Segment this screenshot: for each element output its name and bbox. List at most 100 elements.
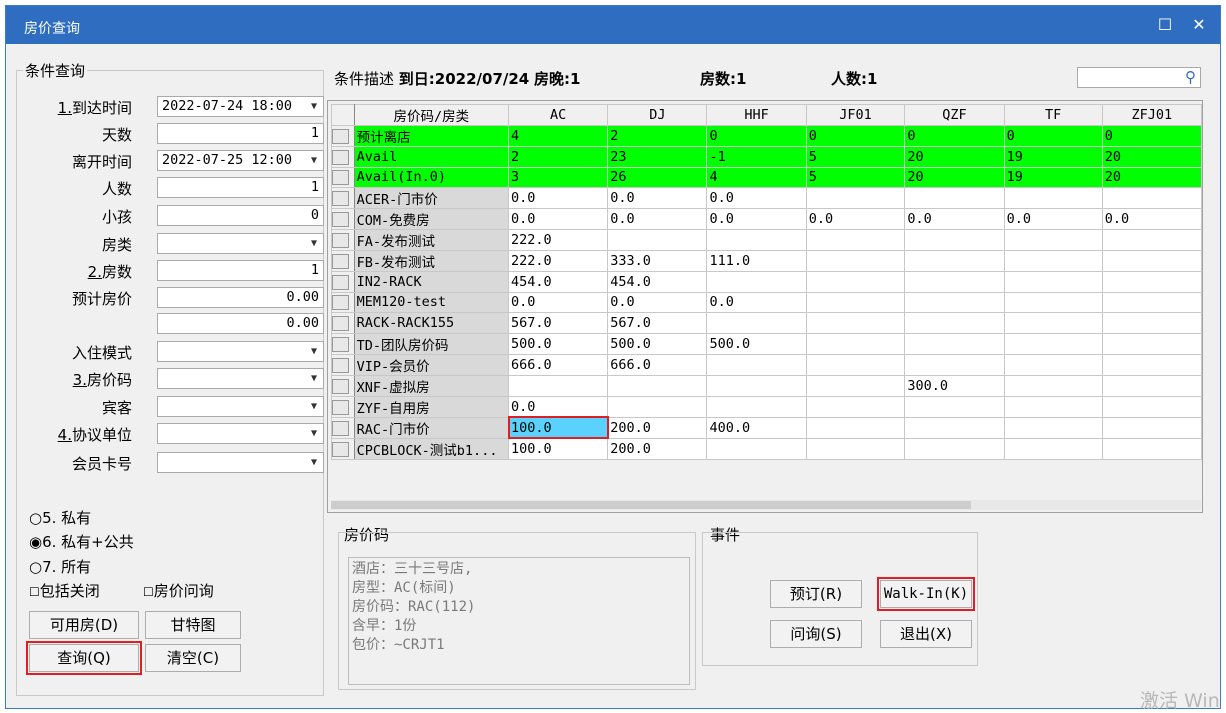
rate-cell[interactable]: 400.0: [706, 416, 807, 439]
clear-button[interactable]: 清空(C): [145, 644, 241, 672]
row-ratecode-name[interactable]: IN2-RACK: [353, 271, 510, 293]
rate-cell[interactable]: [805, 395, 906, 418]
rate-cell[interactable]: [706, 395, 807, 418]
checkbox-rate-inquiry[interactable]: ☐房价问询: [143, 580, 214, 601]
rate-cell[interactable]: [1101, 416, 1202, 439]
rate-cell[interactable]: [1003, 416, 1103, 439]
rate-cell[interactable]: 0.0: [1003, 208, 1103, 230]
maximize-icon[interactable]: ☐: [1154, 14, 1176, 36]
row-ratecode-name[interactable]: FB-发布测试: [353, 250, 510, 272]
rate-cell[interactable]: [904, 291, 1005, 313]
rate-cell[interactable]: [1003, 395, 1103, 418]
est-price-input-2[interactable]: 0.00: [157, 313, 324, 334]
rate-cell[interactable]: 0.0: [904, 208, 1005, 230]
table-row[interactable]: 预计离店 4 2 0 0 0 0 0: [331, 125, 1202, 147]
row-selector[interactable]: [331, 353, 355, 376]
rate-cell[interactable]: 0.0: [607, 187, 708, 209]
row-selector[interactable]: [331, 271, 355, 293]
member-card-select[interactable]: ▼: [157, 452, 324, 473]
rate-cell[interactable]: [706, 271, 807, 293]
column-header[interactable]: AC: [508, 104, 609, 126]
rate-cell[interactable]: 19: [1003, 146, 1103, 168]
ratecode-select[interactable]: ▼: [157, 368, 324, 389]
est-price-input[interactable]: 0.00: [157, 287, 324, 308]
kids-input[interactable]: 0: [157, 205, 324, 226]
rate-cell[interactable]: [508, 374, 609, 397]
rate-cell[interactable]: [805, 250, 906, 272]
horizontal-scrollbar[interactable]: [331, 500, 1201, 510]
row-selector[interactable]: [331, 187, 355, 209]
row-selector[interactable]: [331, 250, 355, 272]
column-header[interactable]: HHF: [706, 104, 807, 126]
row-ratecode-name[interactable]: FA-发布测试: [353, 229, 510, 251]
checkin-mode-select[interactable]: ▼: [157, 341, 324, 362]
row-selector[interactable]: [331, 312, 355, 334]
rate-cell[interactable]: [805, 229, 906, 251]
row-ratecode-name[interactable]: VIP-会员价: [353, 353, 510, 376]
rate-cell[interactable]: [904, 437, 1005, 460]
rate-cell[interactable]: [1003, 291, 1103, 313]
rate-cell[interactable]: [904, 271, 1005, 293]
rate-cell[interactable]: [1101, 312, 1202, 334]
rate-cell[interactable]: [1101, 271, 1202, 293]
arrive-datetime-select[interactable]: 2022-07-24 18:00 ▼: [157, 96, 324, 117]
rate-cell[interactable]: 0.0: [706, 208, 807, 230]
query-button[interactable]: 查询(Q): [26, 641, 142, 675]
row-selector[interactable]: [331, 374, 355, 397]
rate-cell[interactable]: 0.0: [508, 291, 609, 313]
column-header[interactable]: TF: [1003, 104, 1103, 126]
rate-cell[interactable]: 0.0: [706, 291, 807, 313]
rate-cell[interactable]: [805, 416, 906, 439]
row-selector[interactable]: [331, 291, 355, 313]
rate-cell[interactable]: [904, 250, 1005, 272]
persons-input[interactable]: 1: [157, 177, 324, 198]
rate-cell[interactable]: 300.0: [904, 374, 1005, 397]
row-ratecode-name[interactable]: ACER-门市价: [353, 187, 510, 209]
rate-cell[interactable]: [904, 187, 1005, 209]
table-row[interactable]: COM-免费房 0.0 0.0 0.0 0.0 0.0 0.0 0.0: [331, 208, 1202, 230]
rate-cell[interactable]: [1101, 250, 1202, 272]
rate-cell[interactable]: 500.0: [607, 332, 708, 355]
row-ratecode-name[interactable]: RACK-RACK155: [353, 312, 510, 334]
rate-cell[interactable]: 222.0: [508, 250, 609, 272]
rate-cell[interactable]: 0.0: [1101, 208, 1202, 230]
rate-cell[interactable]: 0.0: [508, 395, 609, 418]
rate-cell[interactable]: [1003, 271, 1103, 293]
rate-cell[interactable]: [706, 312, 807, 334]
rate-cell[interactable]: 0: [1003, 125, 1103, 147]
rate-cell[interactable]: 5: [805, 146, 906, 168]
rate-cell[interactable]: [607, 395, 708, 418]
rate-cell[interactable]: [607, 374, 708, 397]
rate-cell[interactable]: 454.0: [508, 271, 609, 293]
rate-cell[interactable]: 666.0: [607, 353, 708, 376]
rate-cell[interactable]: [1101, 374, 1202, 397]
table-row[interactable]: MEM120-test 0.0 0.0 0.0: [331, 291, 1202, 313]
rate-cell[interactable]: 0.0: [508, 208, 609, 230]
rate-cell[interactable]: 2: [607, 125, 708, 147]
rate-cell[interactable]: [1003, 250, 1103, 272]
row-ratecode-name[interactable]: MEM120-test: [353, 291, 510, 313]
rate-cell[interactable]: [1101, 291, 1202, 313]
rate-cell[interactable]: [706, 437, 807, 460]
rate-cell[interactable]: 20: [904, 166, 1005, 188]
rate-cell[interactable]: [706, 374, 807, 397]
leave-datetime-select[interactable]: 2022-07-25 12:00 ▼: [157, 150, 324, 171]
rate-cell[interactable]: [805, 353, 906, 376]
row-selector[interactable]: [331, 332, 355, 355]
rate-cell[interactable]: 0.0: [508, 187, 609, 209]
rate-cell[interactable]: 111.0: [706, 250, 807, 272]
rate-cell[interactable]: [904, 312, 1005, 334]
table-row[interactable]: IN2-RACK 454.0 454.0: [331, 271, 1202, 293]
rate-cell[interactable]: 20: [1101, 166, 1202, 188]
rate-cell[interactable]: [805, 332, 906, 355]
row-selector[interactable]: [331, 146, 355, 168]
close-icon[interactable]: ✕: [1188, 14, 1210, 36]
search-input[interactable]: ⚲: [1077, 67, 1201, 88]
rate-cell[interactable]: 0.0: [706, 187, 807, 209]
rate-cell[interactable]: [1101, 187, 1202, 209]
agreement-select[interactable]: ▼: [157, 423, 324, 444]
rate-cell[interactable]: 567.0: [508, 312, 609, 334]
inquiry-button[interactable]: 问询(S): [770, 620, 862, 648]
column-header[interactable]: DJ: [607, 104, 708, 126]
rate-cell[interactable]: 3: [508, 166, 609, 188]
